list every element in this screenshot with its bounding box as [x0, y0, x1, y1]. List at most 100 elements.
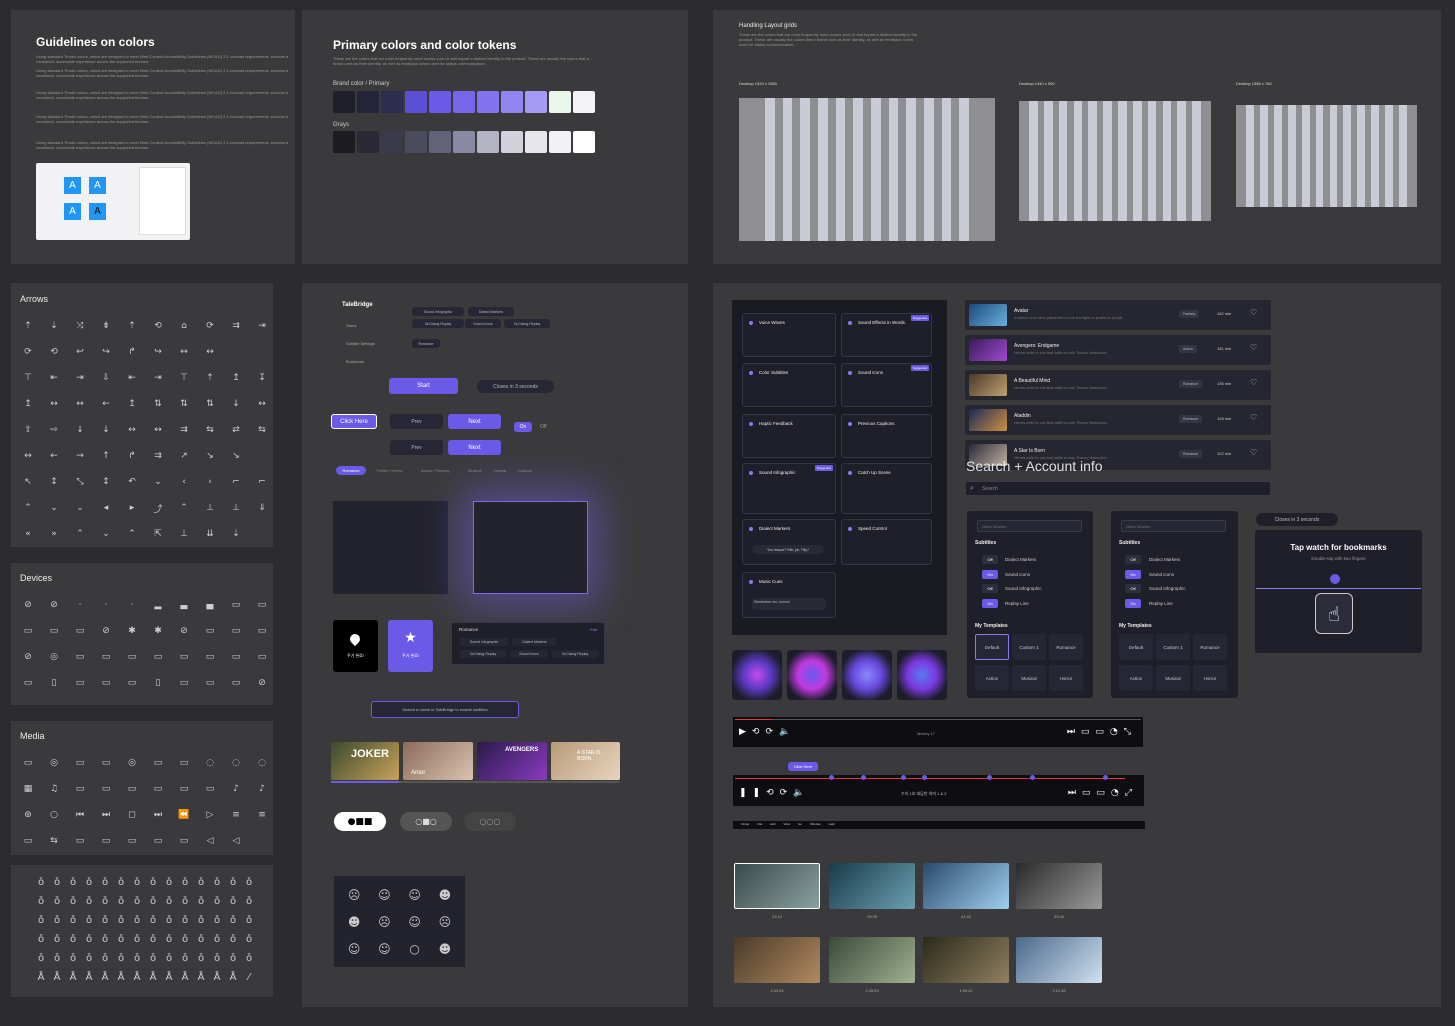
menu-item[interactable]: Help: [829, 822, 835, 826]
hand-gesture-icon[interactable]: ǒ: [177, 930, 193, 949]
device-icon[interactable]: ▭: [197, 670, 223, 696]
scene-thumbnail[interactable]: [829, 863, 915, 909]
device-icon[interactable]: ·: [93, 592, 119, 618]
chip-dialog-replay[interactable]: 3s Dialog Replay: [412, 319, 464, 328]
hand-gesture-icon[interactable]: ǒ: [49, 949, 65, 968]
device-icon[interactable]: ▭: [171, 644, 197, 670]
hand-gesture-icon[interactable]: ǒ: [177, 911, 193, 930]
media-icon[interactable]: ⏭: [93, 802, 119, 828]
chip-dialect-markers[interactable]: Dialect Markers: [468, 307, 514, 316]
menu-item[interactable]: Edit: [770, 822, 775, 826]
arrow-icon[interactable]: ↘: [223, 443, 249, 469]
prev-button-2[interactable]: Prev: [390, 440, 443, 455]
toggle-on[interactable]: On: [514, 422, 532, 432]
hand-gesture-icon[interactable]: ǒ: [145, 873, 161, 892]
template-option[interactable]: Romance: [1049, 634, 1083, 660]
arrow-icon[interactable]: ⤴: [145, 495, 171, 521]
arrow-icon[interactable]: ›: [197, 469, 223, 495]
icon-toggle-group-dark[interactable]: ○○○: [464, 812, 516, 831]
emoji-icon[interactable]: ☹: [378, 915, 391, 929]
arrow-icon[interactable]: ⇅: [197, 391, 223, 417]
hand-gesture-icon[interactable]: ǒ: [97, 911, 113, 930]
arrow-icon[interactable]: ⌐: [223, 469, 249, 495]
menu-item[interactable]: Window: [810, 822, 821, 826]
hand-gesture-icon[interactable]: Å: [161, 968, 177, 987]
genre-tab-thriller[interactable]: Thriller / Horror: [376, 468, 403, 473]
prev-button[interactable]: Prev: [390, 414, 443, 429]
device-icon[interactable]: ▭: [119, 670, 145, 696]
emoji-icon[interactable]: ☻: [439, 942, 452, 956]
device-icon[interactable]: ◎: [41, 644, 67, 670]
media-icon[interactable]: ▭: [67, 750, 93, 776]
media-icon[interactable]: ≡: [223, 802, 249, 828]
arrow-icon[interactable]: ⇉: [223, 313, 249, 339]
feature-card[interactable]: Previous Captions: [841, 414, 932, 458]
hand-gesture-icon[interactable]: ǒ: [209, 930, 225, 949]
emoji-icon[interactable]: ☺: [408, 915, 421, 929]
nav-home[interactable]: Home: [346, 323, 357, 328]
arrow-icon[interactable]: ↔: [119, 417, 145, 443]
scene-thumbnail[interactable]: [734, 863, 820, 909]
device-icon[interactable]: ▯: [145, 670, 171, 696]
hand-gesture-icon[interactable]: ǒ: [49, 892, 65, 911]
media-icon[interactable]: ♪: [249, 776, 273, 802]
emoji-icon[interactable]: ○: [409, 942, 419, 956]
arrow-icon[interactable]: ⇡: [15, 313, 41, 339]
arrow-icon[interactable]: »: [41, 521, 67, 547]
hand-gesture-icon[interactable]: ǒ: [81, 930, 97, 949]
hand-gesture-icon[interactable]: ǒ: [145, 930, 161, 949]
device-icon[interactable]: ▭: [15, 618, 41, 644]
device-icon[interactable]: ▂: [145, 592, 171, 618]
arrow-icon[interactable]: ⇄: [223, 417, 249, 443]
arrow-icon[interactable]: ⟳: [15, 339, 41, 365]
media-icon[interactable]: ▭: [15, 828, 41, 854]
arrow-icon[interactable]: ⇅: [145, 391, 171, 417]
device-icon[interactable]: ✱: [145, 618, 171, 644]
template-option[interactable]: Romance: [1193, 634, 1227, 660]
player-controls-left[interactable]: ❚❚⟲⟳🔈: [739, 788, 810, 798]
hand-gesture-icon[interactable]: ǒ: [145, 892, 161, 911]
arrow-icon[interactable]: ⇧: [15, 417, 41, 443]
hand-gesture-icon[interactable]: ǒ: [145, 949, 161, 968]
arrow-icon[interactable]: ⌂: [171, 313, 197, 339]
heart-icon[interactable]: ♡: [1250, 308, 1257, 317]
arrow-icon[interactable]: ⇨: [41, 417, 67, 443]
next-button-2[interactable]: Next: [448, 440, 501, 455]
arrow-icon[interactable]: ⌐: [249, 469, 273, 495]
poster-joker[interactable]: JOKER: [331, 742, 399, 780]
hand-gesture-icon[interactable]: ǒ: [33, 930, 49, 949]
arrow-icon[interactable]: ↔: [67, 391, 93, 417]
arrow-icon[interactable]: ↥: [119, 391, 145, 417]
hand-gesture-icon[interactable]: ǒ: [193, 930, 209, 949]
movie-row[interactable]: A Beautiful Mind Heroes unite for one fin…: [965, 370, 1271, 400]
scene-thumbnail[interactable]: [1016, 863, 1102, 909]
device-icon[interactable]: ▭: [15, 670, 41, 696]
menu-item[interactable]: Go: [798, 822, 802, 826]
hand-gesture-icon[interactable]: Å: [33, 968, 49, 987]
arrow-icon[interactable]: ↱: [119, 339, 145, 365]
arrow-icon[interactable]: ‹: [171, 469, 197, 495]
template-option[interactable]: Musical: [1012, 665, 1046, 691]
hand-gesture-icon[interactable]: ǒ: [161, 930, 177, 949]
media-icon[interactable]: ⏪: [171, 802, 197, 828]
template-option[interactable]: Custom 1: [1156, 634, 1190, 660]
hand-gesture-icon[interactable]: Å: [193, 968, 209, 987]
toggle-pill[interactable]: Off: [982, 584, 998, 593]
media-icon[interactable]: ▭: [171, 750, 197, 776]
feature-card[interactable]: Voice Waves: [742, 313, 836, 357]
device-icon[interactable]: ▭: [93, 644, 119, 670]
hand-gesture-icon[interactable]: ǒ: [193, 911, 209, 930]
hand-gesture-icon[interactable]: ǒ: [113, 930, 129, 949]
feature-card[interactable]: Catch Up Scene: [841, 463, 932, 514]
template-option[interactable]: Custom 1: [1012, 634, 1046, 660]
hand-gesture-icon[interactable]: ǒ: [161, 873, 177, 892]
device-icon[interactable]: ✱: [119, 618, 145, 644]
media-icon[interactable]: ▷: [197, 802, 223, 828]
media-icon[interactable]: ⇆: [41, 828, 67, 854]
nav-bookmark[interactable]: Bookmark: [346, 359, 364, 364]
device-icon[interactable]: ▯: [41, 670, 67, 696]
device-icon[interactable]: ▭: [249, 644, 273, 670]
media-icon[interactable]: ▭: [171, 828, 197, 854]
media-icon[interactable]: ▭: [93, 776, 119, 802]
arrow-icon[interactable]: ⇥: [145, 365, 171, 391]
